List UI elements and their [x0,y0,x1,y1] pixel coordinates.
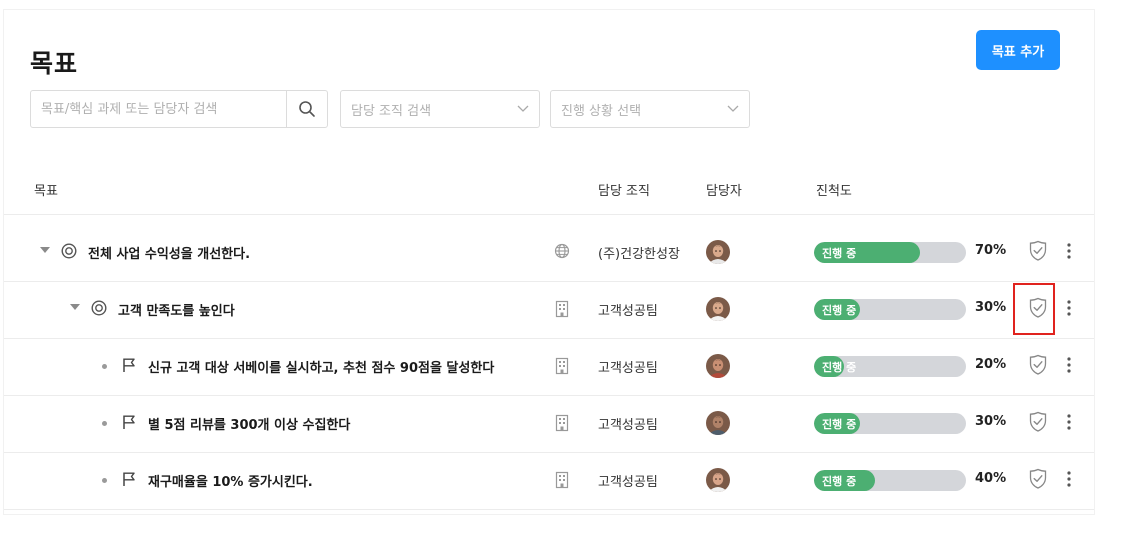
shield-check-icon [1029,354,1047,375]
search-button[interactable] [286,91,327,127]
status-label: 진행 중 [822,475,857,488]
table-row[interactable]: 별 5점 리뷰를 300개 이상 수집한다 고객성공팀 진행 중 30% [4,396,1094,453]
bullet-icon [102,478,107,483]
goal-name[interactable]: 고객 만족도를 높인다 [118,300,235,319]
chevron-down-icon [727,105,739,112]
status-select[interactable]: 진행 상황 선택 [550,90,750,128]
org-search-select[interactable]: 담당 조직 검색 [340,90,540,128]
avatar[interactable] [706,411,730,435]
goal-name[interactable]: 별 5점 리뷰를 300개 이상 수집한다 [148,414,350,433]
avatar[interactable] [706,297,730,321]
bullet-icon [102,421,107,426]
more-options-button[interactable] [1064,469,1074,489]
check-in-button[interactable] [1028,468,1048,490]
target-icon [60,242,78,260]
column-org: 담당 조직 [598,184,650,199]
expand-caret-icon[interactable] [40,247,50,253]
more-vertical-icon [1067,243,1071,259]
table-row[interactable]: 신규 고객 대상 서베이를 실시하고, 추천 점수 90점을 달성한다 고객성공팀… [4,339,1094,396]
status-label: 진행 중 [822,304,857,317]
chevron-down-icon [517,105,529,112]
goal-name[interactable]: 재구매율을 10% 증가시킨다. [148,471,313,490]
more-vertical-icon [1067,300,1071,316]
search-icon [299,101,316,117]
org-search-placeholder: 담당 조직 검색 [351,103,432,119]
org-name: 고객성공팀 [598,418,658,433]
page-title: 목표 [30,49,79,78]
globe-icon [554,243,572,261]
more-options-button[interactable] [1064,241,1074,261]
table-row[interactable]: 재구매율을 10% 증가시킨다. 고객성공팀 진행 중 40% [4,453,1094,510]
flag-icon [120,356,138,374]
org-name: (주)건강한성장 [598,247,680,262]
progress-percent: 40% [975,471,1007,486]
flag-icon [120,470,138,488]
progress-percent: 30% [975,414,1007,429]
progress-bar: 진행 중 [814,356,966,377]
add-goal-button[interactable]: 목표 추가 [976,30,1060,70]
target-icon [90,299,108,317]
check-in-button[interactable] [1028,411,1048,433]
avatar[interactable] [706,354,730,378]
more-vertical-icon [1067,414,1071,430]
progress-bar: 진행 중 [814,299,966,320]
org-name: 고객성공팀 [598,361,658,376]
building-icon [554,471,572,489]
check-in-button[interactable] [1028,297,1048,319]
column-owner: 담당자 [706,184,742,199]
org-name: 고객성공팀 [598,304,658,319]
building-icon [554,414,572,432]
check-in-button[interactable] [1028,354,1048,376]
building-icon [554,300,572,318]
shield-check-icon [1029,411,1047,432]
progress-percent: 30% [975,300,1007,315]
shield-check-icon [1029,297,1047,318]
more-vertical-icon [1067,471,1071,487]
avatar[interactable] [706,240,730,264]
column-progress: 진척도 [816,184,852,199]
shield-check-icon [1029,240,1047,261]
more-options-button[interactable] [1064,298,1074,318]
column-goal: 목표 [34,184,58,199]
progress-bar: 진행 중 [814,413,966,434]
table-header: 목표 담당 조직 담당자 진척도 [4,164,1094,215]
goal-search-box [30,90,328,128]
goal-name[interactable]: 전체 사업 수익성을 개선한다. [88,243,250,262]
shield-check-icon [1029,468,1047,489]
status-select-placeholder: 진행 상황 선택 [561,103,642,119]
table-row[interactable]: 전체 사업 수익성을 개선한다. (주)건강한성장 진행 중 70% [4,225,1094,282]
table-row[interactable]: 고객 만족도를 높인다 고객성공팀 진행 중 30% [4,282,1094,339]
more-options-button[interactable] [1064,412,1074,432]
flag-icon [120,413,138,431]
status-label: 진행 중 [822,247,857,260]
goal-name[interactable]: 신규 고객 대상 서베이를 실시하고, 추천 점수 90점을 달성한다 [148,357,494,376]
status-label: 진행 중 [822,361,857,374]
progress-percent: 70% [975,243,1007,258]
progress-bar: 진행 중 [814,470,966,491]
more-options-button[interactable] [1064,355,1074,375]
goal-search-input[interactable] [31,91,287,127]
progress-bar: 진행 중 [814,242,966,263]
more-vertical-icon [1067,357,1071,373]
org-name: 고객성공팀 [598,475,658,490]
expand-caret-icon[interactable] [70,304,80,310]
bullet-icon [102,364,107,369]
building-icon [554,357,572,375]
avatar[interactable] [706,468,730,492]
check-in-button[interactable] [1028,240,1048,262]
progress-percent: 20% [975,357,1007,372]
status-label: 진행 중 [822,418,857,431]
